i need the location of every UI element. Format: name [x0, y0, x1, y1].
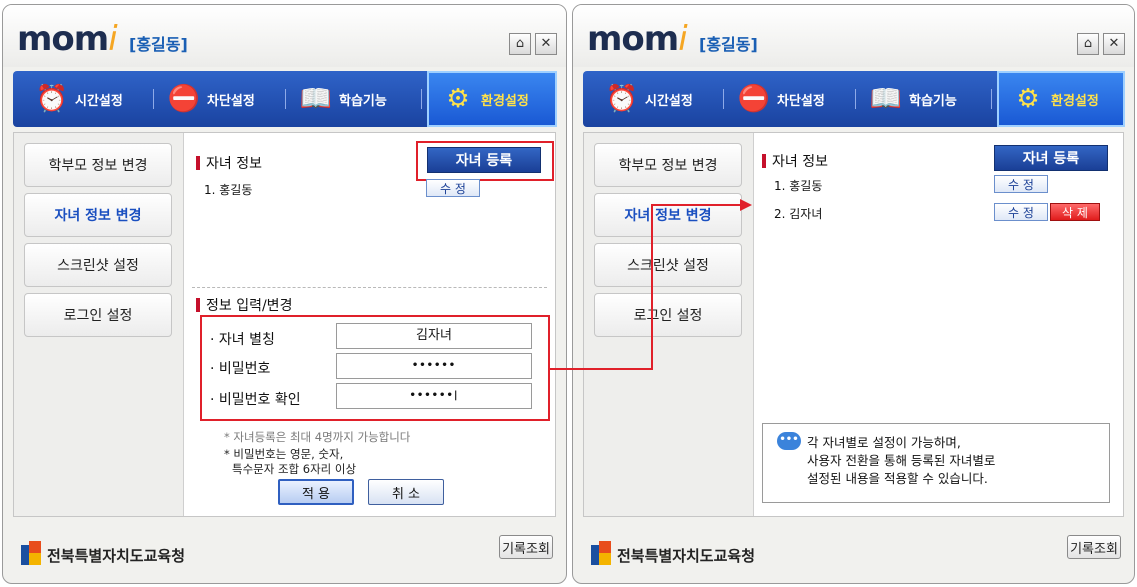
connector-arrow-icon [550, 199, 752, 370]
